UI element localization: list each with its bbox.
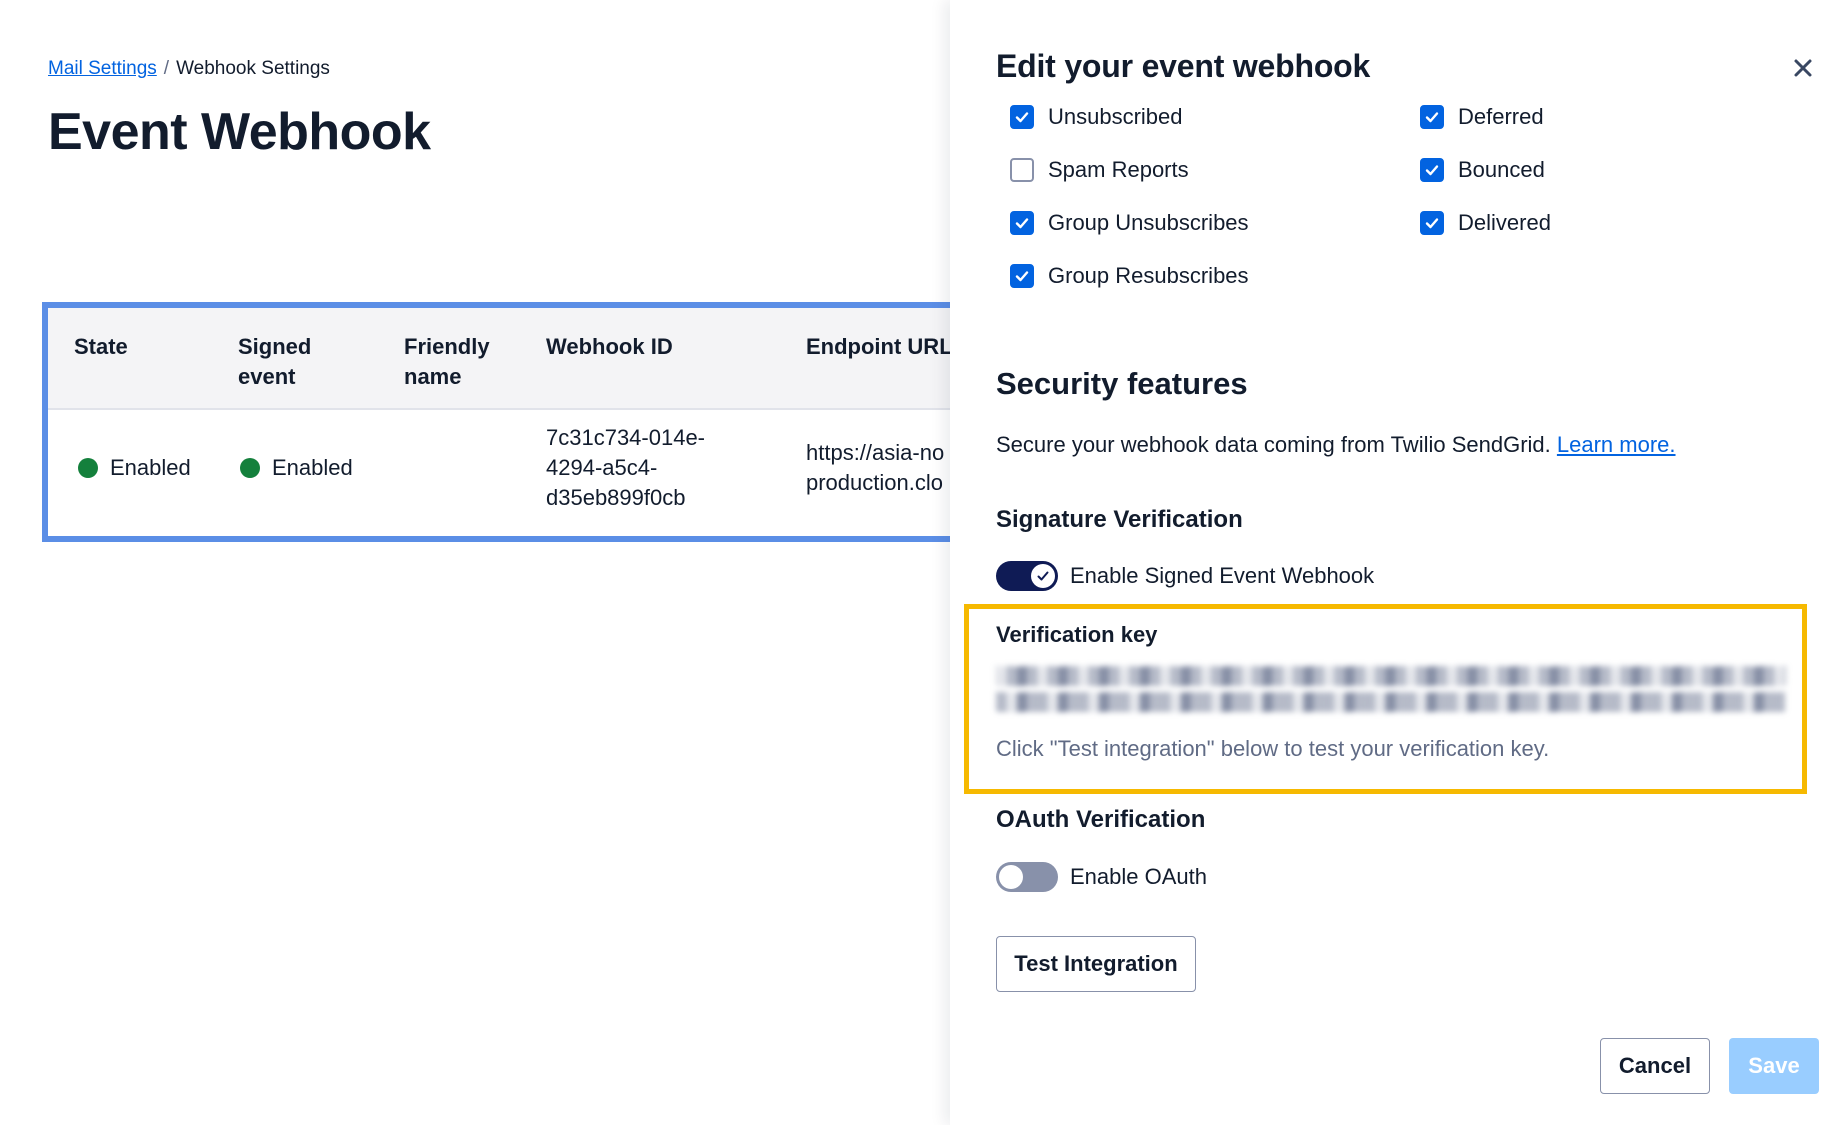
webhook-id-line: 7c31c734-014e- [546,425,706,450]
signed-webhook-toggle-row: Enable Signed Event Webhook [996,561,1374,591]
checkbox-label: Unsubscribed [1048,104,1183,129]
checkbox-group-unsubscribes[interactable]: Group Unsubscribes [1010,210,1249,236]
column-header-signed-line1: Signed [238,334,312,359]
table-header: State Signed event Friendly name Webhook… [48,308,962,410]
checkbox-bounced[interactable]: Bounced [1420,157,1545,183]
oauth-toggle[interactable] [996,862,1058,892]
verification-key-redacted: ░▒▓▒░▒▓▒░▒▓▒░▒▓▒░▒▓▒░▒▓▒░▒▓▒░▒▓▒░▒▓▒░▒▓▒… [996,667,1786,713]
signed-webhook-toggle-label: Enable Signed Event Webhook [1070,563,1375,588]
breadcrumb-current: Webhook Settings [176,58,330,79]
breadcrumb: Mail Settings / Webhook Settings [48,58,330,80]
security-features-heading: Security features [996,366,1248,401]
column-header-friendly-line2: name [404,364,462,389]
state-value: Enabled [110,455,191,480]
endpoint-url-line: https://asia-no [806,440,945,465]
page: Mail Settings / Webhook Settings Event Web… [0,0,1833,1125]
checkbox-unsubscribed[interactable]: Unsubscribed [1010,104,1183,130]
breadcrumb-mail-settings-link[interactable]: Mail Settings [48,58,157,79]
checkbox-label: Spam Reports [1048,157,1189,182]
checkbox-checked-icon [1010,211,1034,235]
breadcrumb-separator: / [163,58,170,79]
checkbox-checked-icon [1420,105,1444,129]
signed-event-value: Enabled [272,455,353,480]
checkbox-deferred[interactable]: Deferred [1420,104,1544,130]
drawer-title: Edit your event webhook [996,48,1371,84]
verification-key-label: Verification key [996,622,1158,647]
webhook-id-line: d35eb899f0cb [546,485,686,510]
check-icon [1037,571,1049,581]
state-cell: Enabled [78,453,191,483]
endpoint-url-line: production.clo [806,470,943,495]
checkbox-group-resubscribes[interactable]: Group Resubscribes [1010,263,1249,289]
signed-event-cell: Enabled [240,453,353,483]
endpoint-url-cell: https://asia-no production.clo [806,438,944,498]
checkbox-label: Bounced [1458,157,1545,182]
column-header-friendly-line1: Friendly [404,334,490,359]
status-dot-icon [78,458,98,478]
signature-verification-heading: Signature Verification [996,506,1243,533]
save-button[interactable]: Save [1729,1038,1819,1094]
security-description: Secure your webhook data coming from Twi… [996,432,1676,458]
column-header-endpoint-url: Endpoint URL [806,334,953,359]
checkbox-label: Group Unsubscribes [1048,210,1249,235]
oauth-verification-heading: OAuth Verification [996,806,1206,833]
status-dot-icon [240,458,260,478]
toggle-knob [999,865,1023,889]
checkbox-checked-icon [1010,264,1034,288]
webhook-table: State Signed event Friendly name Webhook… [42,302,962,542]
oauth-toggle-label: Enable OAuth [1070,864,1207,889]
checkbox-delivered[interactable]: Delivered [1420,210,1551,236]
cancel-button[interactable]: Cancel [1600,1038,1710,1094]
edit-webhook-drawer: Edit your event webhook Unsubscribed Spa… [950,0,1833,1125]
checkbox-checked-icon [1010,105,1034,129]
checkbox-unchecked-icon [1010,158,1034,182]
checkbox-label: Group Resubscribes [1048,263,1249,288]
webhook-id-cell: 7c31c734-014e- 4294-a5c4- d35eb899f0cb [546,423,705,513]
checkbox-label: Delivered [1458,210,1551,235]
signed-webhook-toggle[interactable] [996,561,1058,591]
close-icon [1794,59,1812,77]
security-description-text: Secure your webhook data coming from Twi… [996,432,1551,457]
toggle-knob [1031,564,1055,588]
checkbox-spam-reports[interactable]: Spam Reports [1010,157,1189,183]
column-header-friendly-name: Friendly name [404,332,490,392]
column-header-signed-event: Signed event [238,332,311,392]
column-header-state: State [74,334,128,359]
checkbox-checked-icon [1420,158,1444,182]
column-header-signed-line2: event [238,364,296,389]
learn-more-link[interactable]: Learn more. [1557,432,1676,457]
checkbox-checked-icon [1420,211,1444,235]
webhook-id-line: 4294-a5c4- [546,455,658,480]
close-button[interactable] [1789,54,1817,82]
checkbox-label: Deferred [1458,104,1544,129]
test-integration-button[interactable]: Test Integration [996,936,1196,992]
column-header-webhook-id: Webhook ID [546,334,673,359]
verification-key-hint: Click "Test integration" below to test y… [996,736,1550,761]
oauth-toggle-row: Enable OAuth [996,862,1207,892]
page-title: Event Webhook [48,103,431,161]
